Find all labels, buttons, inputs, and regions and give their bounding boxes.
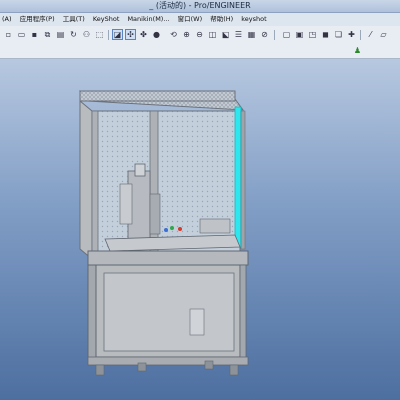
cabinet-right-edge <box>239 264 247 361</box>
menu-item-applications[interactable]: 应用程序(P) <box>20 13 55 26</box>
select-box-icon[interactable]: ⬚ <box>94 29 105 40</box>
spin-center-icon[interactable]: ✤ <box>138 29 149 40</box>
open-icon[interactable]: ▭ <box>16 29 27 40</box>
axis-icon[interactable]: ⊘ <box>259 29 270 40</box>
datum-icon[interactable]: ▱ <box>378 29 389 40</box>
menu-item-keyshot-plugin[interactable]: keyshot <box>241 13 266 26</box>
cabinet-side <box>87 264 97 365</box>
menu-item-window[interactable]: 窗口(W) <box>178 13 203 26</box>
save-icon[interactable]: ▪ <box>29 29 40 40</box>
rail <box>149 193 161 235</box>
menu-item-a[interactable]: (A) <box>2 13 12 26</box>
cabinet-top-band <box>87 250 249 266</box>
menu-item-tools[interactable]: 工具(T) <box>63 13 85 26</box>
zoom-in-icon[interactable]: ⊕ <box>181 29 192 40</box>
foot-right-back <box>204 360 214 370</box>
settings-icon[interactable]: ✚ <box>346 29 357 40</box>
orient-icon[interactable]: ✣ <box>125 29 136 40</box>
top-frame <box>79 90 236 102</box>
foot-left-front <box>95 364 105 376</box>
menu-bar: (A) 应用程序(P) 工具(T) KeyShot Manikin(M)... … <box>0 13 400 26</box>
right-post <box>240 110 246 250</box>
toolbar-separator <box>274 30 275 40</box>
wireframe-icon[interactable]: ▢ <box>281 29 292 40</box>
toolbar: ▫ ▭ ▪ ⧉ ▤ ↻ ⚇ ⬚ ◪ ✣ ✤ ● ⟲ ⊕ ⊖ ◫ ⬕ ☰ ▦ ⊘ … <box>0 26 400 59</box>
new-icon[interactable]: ▫ <box>3 29 14 40</box>
view-icon[interactable]: ◪ <box>112 29 123 40</box>
shading-icon[interactable]: ● <box>151 29 162 40</box>
menu-item-manikin[interactable]: Manikin(M)... <box>127 13 169 26</box>
machine-model <box>78 90 249 376</box>
base-frame <box>87 356 249 366</box>
shaded-icon[interactable]: ◼ <box>320 29 331 40</box>
refit-icon[interactable]: ⟲ <box>168 29 179 40</box>
find-icon[interactable]: ⚇ <box>81 29 92 40</box>
datum-plane-icon[interactable]: ▦ <box>246 29 257 40</box>
regenerate-icon[interactable]: ↻ <box>68 29 79 40</box>
foot-left-back <box>137 362 147 372</box>
toolbar-separator <box>108 30 109 40</box>
hidden-line-icon[interactable]: ▣ <box>294 29 305 40</box>
actuator-top <box>134 163 146 177</box>
left-side-panel <box>79 99 93 261</box>
view-manager-icon[interactable]: ⬕ <box>220 29 231 40</box>
menu-item-keyshot[interactable]: KeyShot <box>93 13 120 26</box>
window-title: _ (活动的) - Pro/ENGINEER <box>149 1 251 10</box>
cabinet-door <box>103 272 235 352</box>
display-icon[interactable]: ❏ <box>333 29 344 40</box>
red-marker <box>178 227 182 231</box>
paste-icon[interactable]: ▤ <box>55 29 66 40</box>
menu-item-help[interactable]: 帮助(H) <box>210 13 233 26</box>
foot-right-front <box>229 364 239 376</box>
blue-marker <box>164 228 168 232</box>
side-bracket <box>119 183 133 225</box>
fixture-block <box>199 218 231 234</box>
layer-icon[interactable]: ☰ <box>233 29 244 40</box>
run-icon[interactable]: ♟ <box>352 45 363 56</box>
cyan-light-strip <box>234 106 242 248</box>
copy-icon[interactable]: ⧉ <box>42 29 53 40</box>
door-handle <box>189 308 205 336</box>
toolbar-separator <box>360 30 361 40</box>
sketch-icon[interactable]: ⁄ <box>365 29 376 40</box>
green-marker <box>170 226 174 230</box>
no-hidden-icon[interactable]: ◳ <box>307 29 318 40</box>
model-viewport[interactable] <box>0 59 400 400</box>
reorient-icon[interactable]: ◫ <box>207 29 218 40</box>
title-bar: _ (活动的) - Pro/ENGINEER <box>0 0 400 13</box>
zoom-out-icon[interactable]: ⊖ <box>194 29 205 40</box>
left-post <box>91 110 99 252</box>
